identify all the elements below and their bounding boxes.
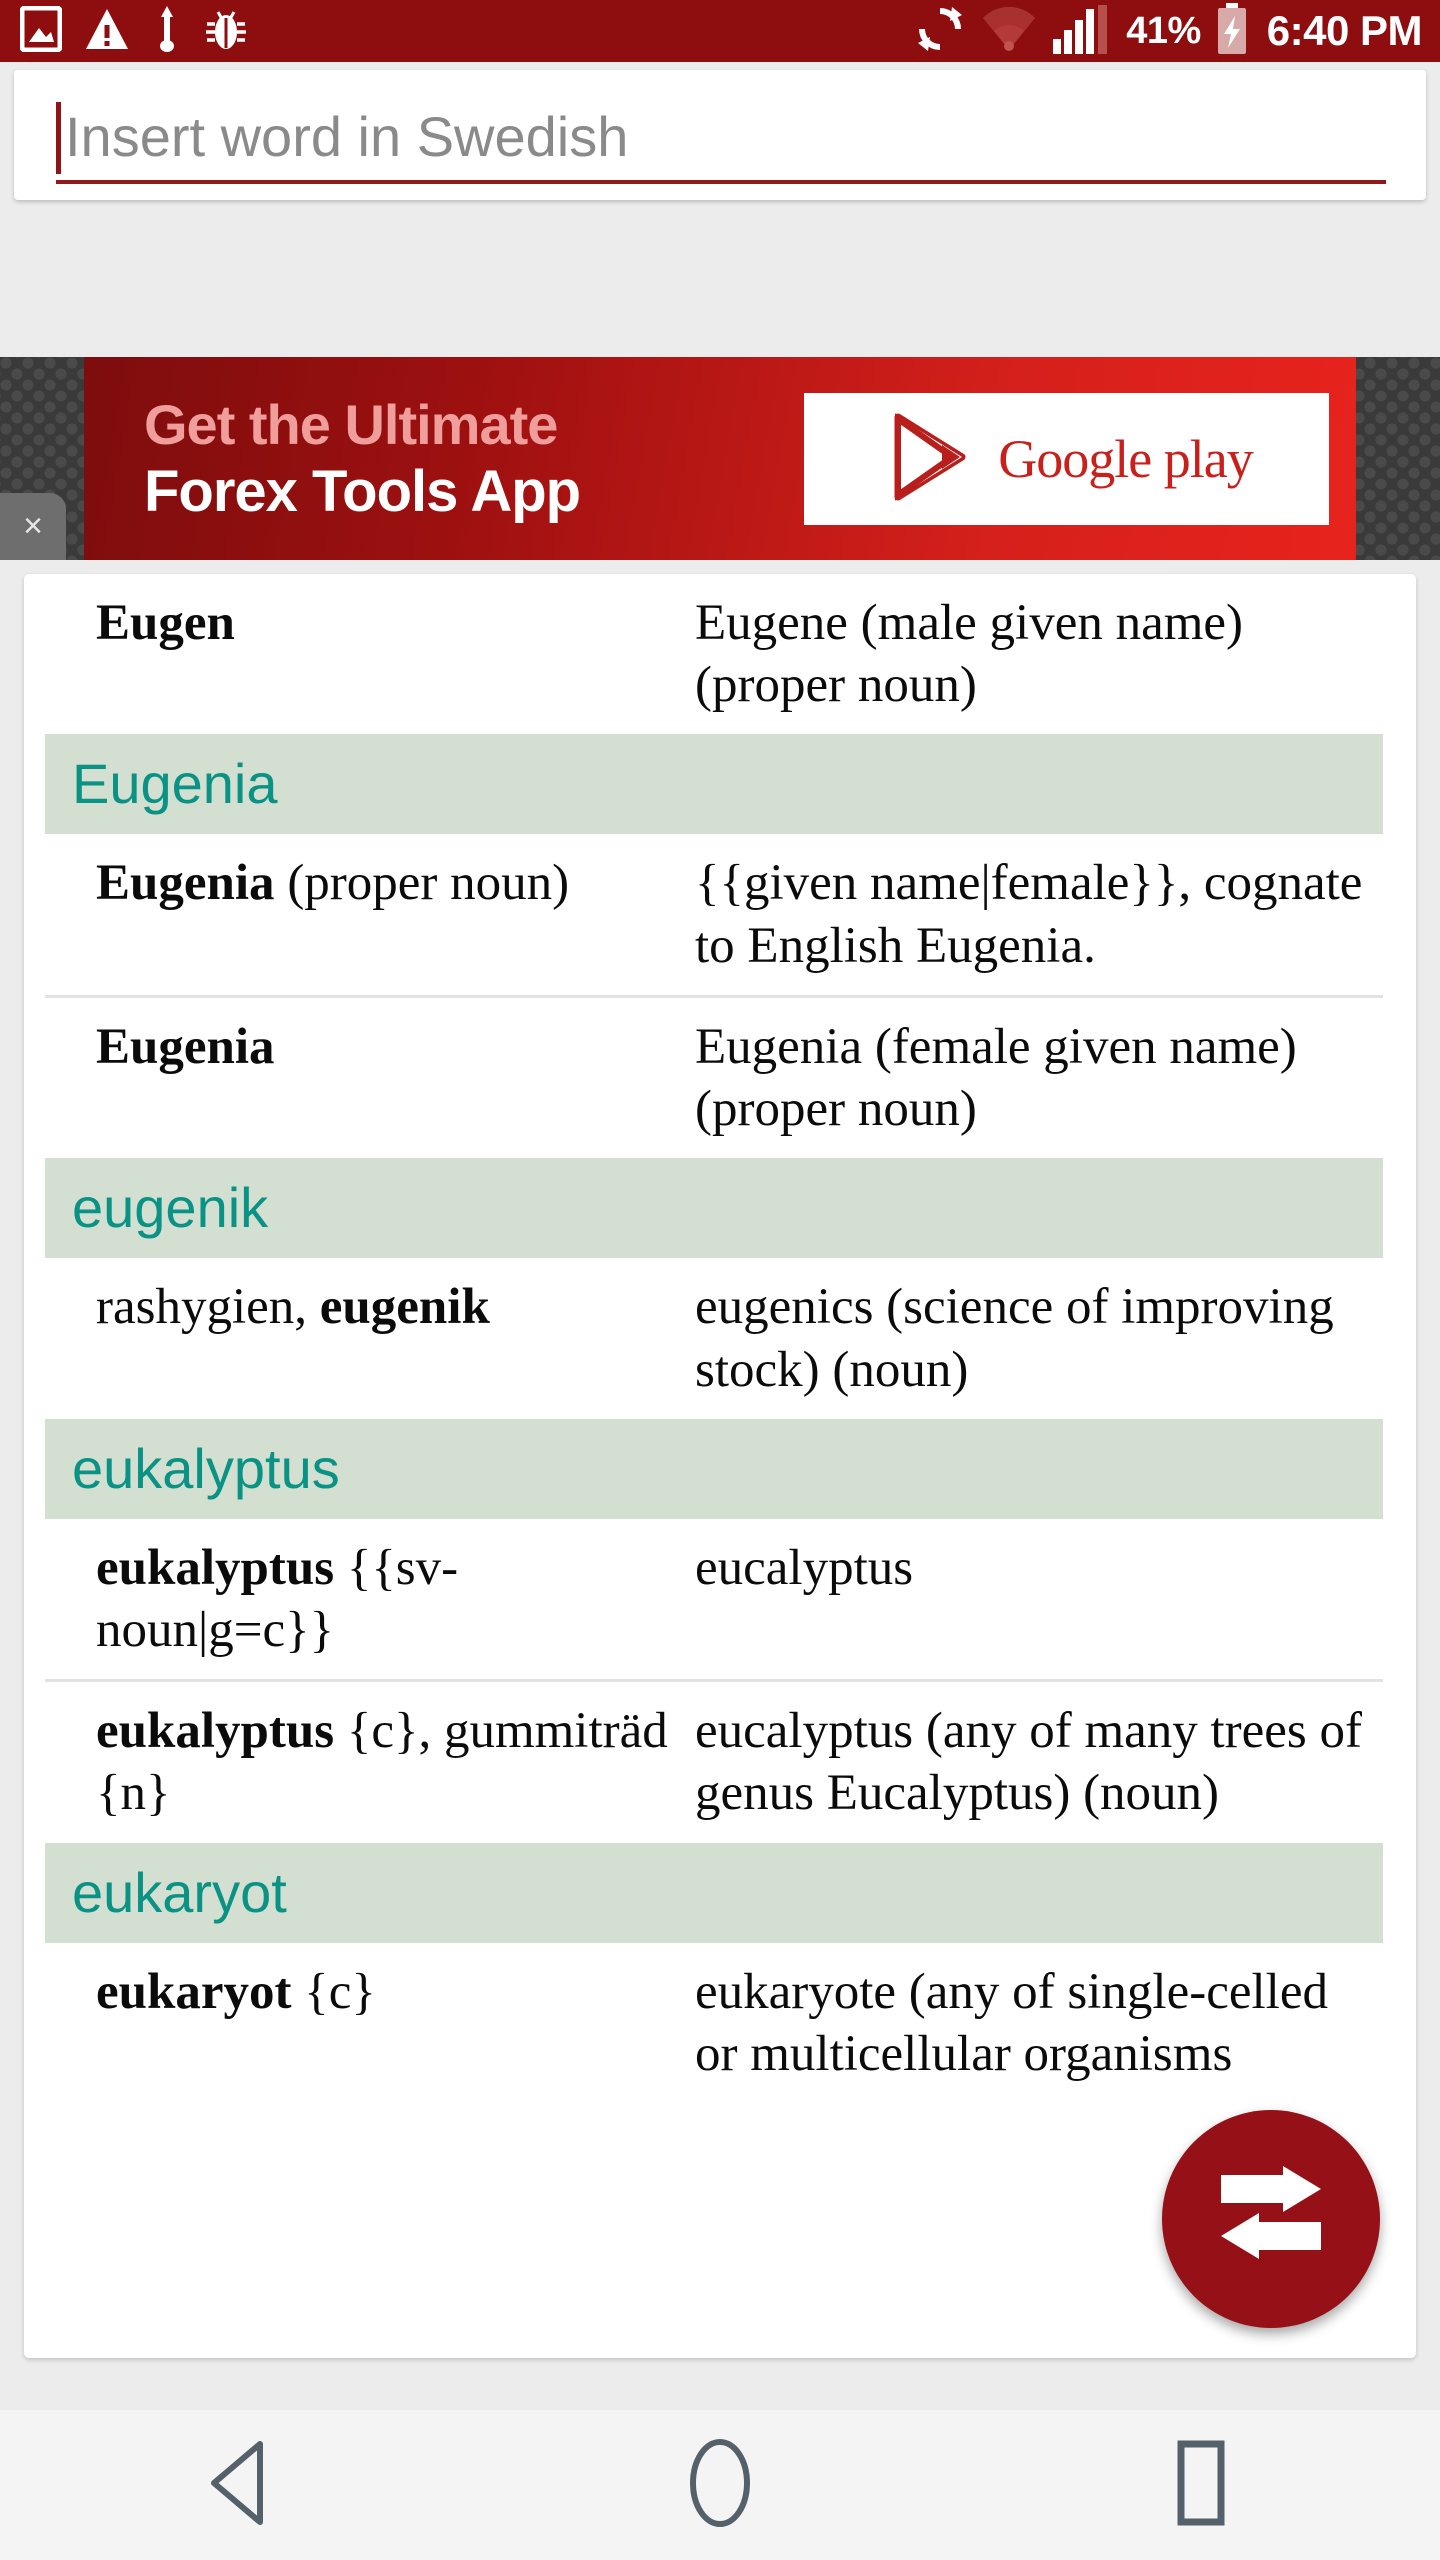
status-bar: 41% 6:40 PM	[0, 0, 1440, 62]
section-header[interactable]: eugenik	[45, 1158, 1383, 1259]
home-circle-icon	[678, 2437, 762, 2534]
ad-headline-2: Forex Tools App	[144, 458, 581, 524]
text-cursor	[56, 102, 61, 174]
entry-target-text: eucalyptus	[695, 1539, 914, 1596]
google-play-triangle-icon	[880, 407, 980, 512]
sync-icon	[914, 3, 966, 60]
ad-text-block: Get the Ultimate Forex Tools App	[144, 392, 581, 524]
ad-close-button[interactable]: ×	[0, 493, 66, 560]
nav-home-button[interactable]	[625, 2410, 815, 2560]
dictionary-entry-row[interactable]: Eugenia Eugenia (female given name) (prop…	[45, 994, 1383, 1158]
entry-source-text: eukalyptus {{sv-noun|g=c}}	[45, 1537, 685, 1661]
entry-source-headword: Eugen	[96, 595, 235, 651]
swap-languages-fab[interactable]	[1162, 2110, 1380, 2328]
recents-square-icon	[1161, 2437, 1239, 2534]
signal-icon	[1052, 3, 1112, 60]
entry-target-text: eugenics (science of improving stock) (n…	[695, 1279, 1334, 1398]
section-header-label: eugenik	[72, 1176, 269, 1240]
dictionary-entry-row[interactable]: eukaryot {c} eukaryote (any of single-cel…	[45, 1943, 1383, 2103]
entry-source-headword: eukalyptus	[96, 1539, 335, 1596]
entry-source-text: eukaryot {c}	[45, 1961, 685, 2085]
entry-source-headword: eukalyptus	[96, 1703, 335, 1760]
entry-target-text: {{given name|female}}, cognate to Englis…	[695, 855, 1363, 974]
dictionary-entry-row[interactable]: eukalyptus {{sv-noun|g=c}} eucalyptus	[45, 1519, 1383, 1679]
entry-source-text: Eugenia (proper noun)	[45, 852, 685, 976]
android-nav-bar	[0, 2410, 1440, 2560]
search-field-wrapper[interactable]	[56, 96, 1386, 184]
entry-target-text: Eugenia (female given name) (proper noun…	[695, 1018, 1297, 1138]
warning-icon	[84, 7, 130, 56]
section-header-label: eukalyptus	[72, 1436, 340, 1500]
entry-source-headword: Eugenia	[96, 855, 275, 912]
search-card	[14, 70, 1426, 200]
entry-target-text: eucalyptus (any of many trees of genus E…	[695, 1703, 1363, 1822]
image-icon	[19, 5, 63, 57]
usb-icon	[152, 5, 182, 58]
entry-source-headword: Eugenia	[96, 1018, 275, 1075]
nav-back-button[interactable]	[145, 2410, 335, 2560]
clock-label: 6:40 PM	[1266, 7, 1423, 54]
dictionary-entry-row[interactable]: rashygien, eugenik eugenics (science of i…	[45, 1258, 1383, 1418]
google-play-label: Google play	[998, 429, 1253, 489]
results-list: Eugen Eugene (male given name) (proper no…	[24, 574, 1416, 2103]
entry-source-text: rashygien, eugenik	[45, 1276, 685, 1400]
entry-source-text: eukalyptus {c}, gummiträd {n}	[45, 1700, 685, 1824]
results-card[interactable]: Eugen Eugene (male given name) (proper no…	[24, 574, 1416, 2358]
dictionary-entry-row[interactable]: Eugenia (proper noun) {{given name|female…	[45, 834, 1383, 994]
entry-target-text: Eugene (male given name) (proper noun)	[695, 595, 1244, 714]
swap-arrows-icon	[1215, 2165, 1327, 2274]
section-header-label: eukaryot	[72, 1860, 287, 1924]
section-header[interactable]: Eugenia	[45, 734, 1383, 835]
nav-recents-button[interactable]	[1105, 2410, 1295, 2560]
entry-source-tail: {c}	[291, 1963, 376, 2020]
entry-source-headword: eukaryot	[96, 1963, 292, 2020]
battery-percent-label: 41%	[1126, 9, 1201, 52]
google-play-badge[interactable]: Google play	[804, 393, 1329, 525]
section-header-label: Eugenia	[72, 752, 278, 816]
section-header[interactable]: eukalyptus	[45, 1418, 1383, 1519]
ad-container: Get the Ultimate Forex Tools App Google …	[0, 357, 1440, 560]
entry-source-headword: eugenik	[319, 1279, 490, 1336]
entry-target-text: eukaryote (any of single-celled or multi…	[695, 1963, 1328, 2082]
bug-icon	[204, 6, 248, 57]
entry-source-tail: (proper noun)	[274, 855, 570, 912]
entry-source-plain: rashygien,	[96, 1279, 320, 1336]
dictionary-entry-row[interactable]: eukalyptus {c}, gummiträd {n} eucalyptus …	[45, 1679, 1383, 1842]
ad-headline-1: Get the Ultimate	[144, 392, 558, 456]
ad-banner[interactable]: Get the Ultimate Forex Tools App Google …	[84, 357, 1356, 560]
dictionary-entry-row[interactable]: Eugen Eugene (male given name) (proper no…	[45, 574, 1383, 734]
status-bar-left-icons	[19, 5, 248, 58]
wifi-icon	[980, 4, 1038, 59]
battery-charging-icon	[1215, 2, 1249, 60]
section-header[interactable]: eukaryot	[45, 1842, 1383, 1943]
search-input[interactable]	[65, 96, 1365, 176]
status-bar-right-icons: 41% 6:40 PM	[914, 2, 1423, 60]
back-triangle-icon	[200, 2438, 280, 2533]
entry-source-text: Eugenia	[45, 1016, 685, 1140]
entry-source-text: Eugen	[45, 592, 685, 716]
